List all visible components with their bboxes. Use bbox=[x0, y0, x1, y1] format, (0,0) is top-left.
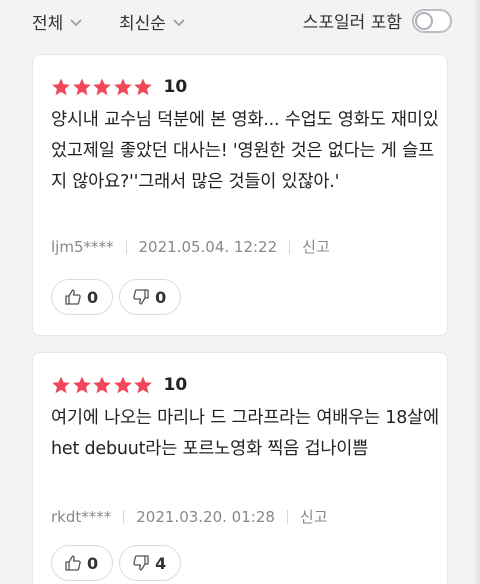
review-actions: 0 4 bbox=[51, 545, 187, 581]
star-icon bbox=[134, 78, 152, 96]
like-count: 0 bbox=[87, 287, 99, 307]
dislike-button[interactable]: 0 bbox=[119, 279, 182, 315]
like-button[interactable]: 0 bbox=[51, 279, 114, 315]
thumbs-up-icon bbox=[65, 289, 81, 305]
star-icon bbox=[93, 376, 111, 394]
star-icon bbox=[113, 78, 132, 96]
review-text: 여기에 나오는 마리나 드 그라프라는 여배우는 18살에 het debuut… bbox=[51, 408, 439, 459]
review-actions: 0 0 bbox=[51, 279, 187, 315]
thumbs-down-icon bbox=[133, 289, 149, 305]
review-author: rkdt**** bbox=[51, 507, 112, 526]
rating: 10 bbox=[51, 77, 187, 97]
review-author: ljm5**** bbox=[51, 237, 114, 256]
rating: 10 bbox=[51, 375, 187, 395]
overall-filter-dropdown[interactable]: 전체 bbox=[32, 9, 83, 34]
spoiler-label: 스포일러 포함 bbox=[302, 13, 402, 33]
scroll-edge bbox=[472, 0, 480, 584]
review-text: 양시내 교수님 덕분에 본 영화... 수업도 영화도 재미있었고제일 좋았던 … bbox=[51, 110, 439, 192]
divider bbox=[125, 239, 127, 254]
review-meta: ljm5**** 2021.05.04. 12:22 신고 bbox=[51, 236, 330, 257]
star-rating bbox=[51, 375, 154, 395]
like-count: 0 bbox=[87, 553, 99, 573]
review-date: 2021.03.20. 01:28 bbox=[136, 507, 275, 526]
filter-bar: 전체 최신순 스포일러 포함 bbox=[0, 0, 480, 42]
spoiler-filter: 스포일러 포함 bbox=[303, 8, 452, 33]
star-icon bbox=[72, 376, 91, 394]
toggle-knob bbox=[415, 11, 433, 30]
thumbs-down-icon bbox=[133, 555, 149, 571]
chevron-down-icon bbox=[173, 18, 185, 26]
overall-filter-label: 전체 bbox=[32, 14, 64, 34]
rating-score: 10 bbox=[163, 375, 188, 395]
divider bbox=[289, 239, 291, 254]
star-icon bbox=[134, 376, 152, 394]
like-button[interactable]: 0 bbox=[51, 545, 114, 581]
sort-label: 최신순 bbox=[119, 14, 166, 34]
sort-dropdown[interactable]: 최신순 bbox=[119, 9, 186, 34]
star-rating bbox=[51, 77, 154, 97]
review-card: 10 양시내 교수님 덕분에 본 영화... 수업도 영화도 재미있었고제일 좋… bbox=[32, 54, 448, 336]
star-icon bbox=[52, 376, 70, 394]
spoiler-toggle[interactable] bbox=[412, 8, 452, 33]
star-icon bbox=[113, 376, 132, 394]
dislike-button[interactable]: 4 bbox=[119, 545, 182, 581]
review-card: 10 여기에 나오는 마리나 드 그라프라는 여배우는 18살에 het deb… bbox=[32, 352, 448, 584]
dislike-count: 4 bbox=[155, 553, 167, 573]
star-icon bbox=[93, 78, 111, 96]
thumbs-up-icon bbox=[65, 555, 81, 571]
dislike-count: 0 bbox=[155, 287, 167, 307]
review-date: 2021.05.04. 12:22 bbox=[138, 237, 278, 256]
star-icon bbox=[52, 78, 70, 96]
divider bbox=[286, 509, 288, 524]
star-icon bbox=[72, 78, 91, 96]
chevron-down-icon bbox=[70, 18, 82, 26]
divider bbox=[123, 509, 125, 524]
rating-score: 10 bbox=[163, 77, 188, 97]
report-link[interactable]: 신고 bbox=[302, 236, 330, 257]
report-link[interactable]: 신고 bbox=[300, 506, 328, 527]
review-meta: rkdt**** 2021.03.20. 01:28 신고 bbox=[51, 506, 328, 527]
